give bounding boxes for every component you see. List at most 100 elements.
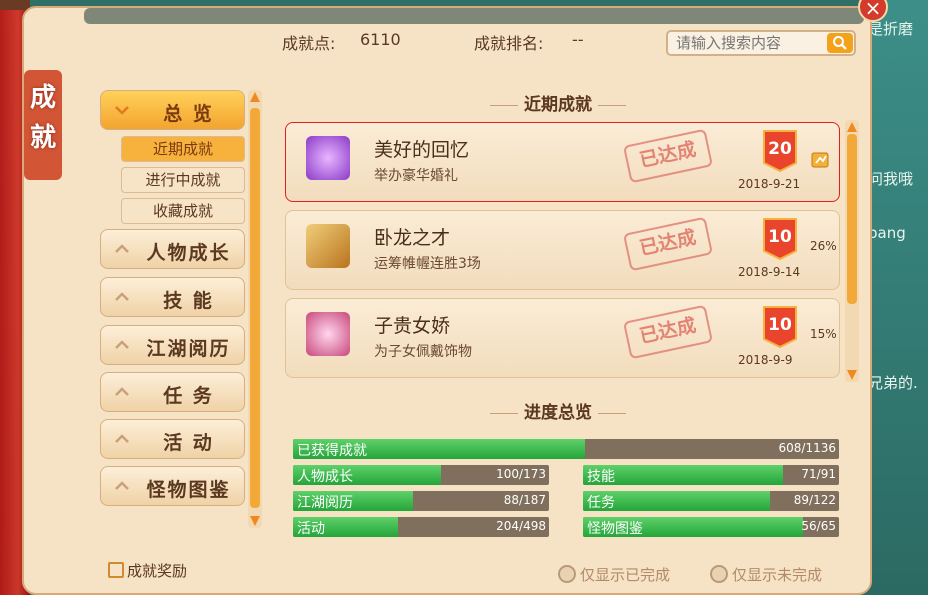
window-title-char: 就 [29,123,56,153]
recent-section-title: 近期成就 [484,90,632,115]
reward-button[interactable]: 成就奖励 [108,560,187,581]
nav-overview-button[interactable]: 总 览 [100,90,245,130]
share-icon[interactable] [810,149,830,169]
points-medal: 10 [758,217,802,261]
achievement-name: 卧龙之才 [374,227,451,249]
achievement-name: 美好的回忆 [374,139,470,161]
progress-value: 89/122 [793,493,836,507]
nav-label: 人物成长 [146,242,231,264]
search-input[interactable] [672,32,834,54]
gift-icon [108,562,124,578]
scroll-up-arrow[interactable] [250,92,260,102]
chevron-down-icon [115,106,129,115]
window-title: 成 就 [26,78,60,158]
achievement-card[interactable]: 卧龙之才 运筹帷幄连胜3场 已达成 10 2018-9-14 26% [285,210,840,290]
progress-label: 已获得成就 [297,443,367,459]
category-progress-bar: 江湖阅历 88/187 [293,491,549,511]
nav-scrollbar[interactable] [248,90,262,528]
achievement-desc: 运筹帷幄连胜3场 [374,256,481,272]
scrollbar-thumb[interactable] [847,134,857,304]
filter-label: 仅显示未完成 [732,566,823,584]
scroll-down-arrow[interactable] [250,516,260,526]
nav-label: 活 动 [163,432,214,454]
completed-stamp: 已达成 [622,304,714,360]
scroll-down-arrow[interactable] [847,370,857,380]
progress-value: 608/1136 [778,441,837,455]
category-progress-bar: 技能 71/91 [583,465,839,485]
nav-label: 怪物图鉴 [146,479,231,501]
achievement-date: 2018-9-21 [738,177,801,191]
scroll-book-icon [306,224,350,268]
progress-label: 技能 [587,469,615,485]
category-progress-bar: 人物成长 100/173 [293,465,549,485]
sub-item-recent[interactable]: 近期成就 [121,136,245,162]
search-button[interactable] [827,33,853,53]
achievement-name: 子贵女娇 [374,315,451,337]
chevron-up-icon [115,340,129,349]
radio-circle [710,565,728,583]
nav-activities[interactable]: 活 动 [100,419,245,459]
nav-label: 任 务 [163,385,214,407]
medal-points: 10 [768,227,792,247]
progress-value: 88/187 [503,493,546,507]
completed-stamp: 已达成 [622,128,714,184]
scroll-up-arrow[interactable] [847,122,857,132]
sub-item-in-progress[interactable]: 进行中成就 [121,167,245,193]
rank-value: -- [572,30,584,49]
progress-label: 人物成长 [297,469,353,485]
filter-completed-radio[interactable]: 仅显示已完成 [558,564,670,585]
achievement-percent: 15% [810,327,837,341]
achievement-desc: 为子女佩戴饰物 [374,344,472,360]
points-medal: 10 [758,305,802,349]
chevron-up-icon [115,434,129,443]
medal-points: 20 [768,139,792,159]
nav-monster-codex[interactable]: 怪物图鉴 [100,466,245,506]
chevron-up-icon [115,481,129,490]
category-progress-bar: 活动 204/498 [293,517,549,537]
progress-value: 71/91 [801,467,836,481]
nav-jianghu-experience[interactable]: 江湖阅历 [100,325,245,365]
chevron-up-icon [115,387,129,396]
filter-label: 仅显示已完成 [580,566,671,584]
completed-stamp: 已达成 [622,216,714,272]
search-icon [833,36,847,50]
achievement-card[interactable]: 子贵女娇 为子女佩戴饰物 已达成 10 2018-9-9 15% [285,298,840,378]
rank-label: 成就排名: [474,34,544,53]
category-progress-bar: 任务 89/122 [583,491,839,511]
achievement-date: 2018-9-9 [738,353,793,367]
radio-circle [558,565,576,583]
medal-points: 10 [768,315,792,335]
scrollbar-thumb[interactable] [250,108,260,508]
recent-title-text: 近期成就 [524,95,592,115]
achievement-percent: 26% [810,239,837,253]
nav-quests[interactable]: 任 务 [100,372,245,412]
progress-label: 任务 [587,495,615,511]
background-chat-line: 兄弟的. [868,374,918,392]
progress-label: 活动 [297,521,325,537]
window-title-char: 成 [29,83,56,113]
points-value: 6110 [360,30,401,49]
progress-title-text: 进度总览 [524,403,592,423]
lotus-ornament-icon [306,312,350,356]
chevron-up-icon [115,292,129,301]
background-chat-line: 问我哦 [868,170,914,188]
points-label: 成就点: [282,34,336,53]
search-box [666,30,856,56]
nav-label: 江湖阅历 [146,338,231,360]
sub-item-favorites[interactable]: 收藏成就 [121,198,245,224]
nav-character-growth[interactable]: 人物成长 [100,229,245,269]
progress-value: 56/65 [801,519,836,533]
chevron-up-icon [115,244,129,253]
reward-label: 成就奖励 [127,562,188,580]
recent-scrollbar[interactable] [845,120,859,382]
progress-value: 100/173 [496,467,546,481]
achievement-desc: 举办豪华婚礼 [374,168,458,184]
progress-section-title: 进度总览 [484,398,632,423]
top-decoration [84,8,864,24]
nav-skills[interactable]: 技 能 [100,277,245,317]
category-progress-bar: 怪物图鉴 56/65 [583,517,839,537]
nav-overview-label: 总 览 [163,103,214,125]
nav-label: 技 能 [163,290,214,312]
filter-incomplete-radio[interactable]: 仅显示未完成 [710,564,822,585]
achievement-card[interactable]: 美好的回忆 举办豪华婚礼 已达成 20 2018-9-21 [285,122,840,202]
